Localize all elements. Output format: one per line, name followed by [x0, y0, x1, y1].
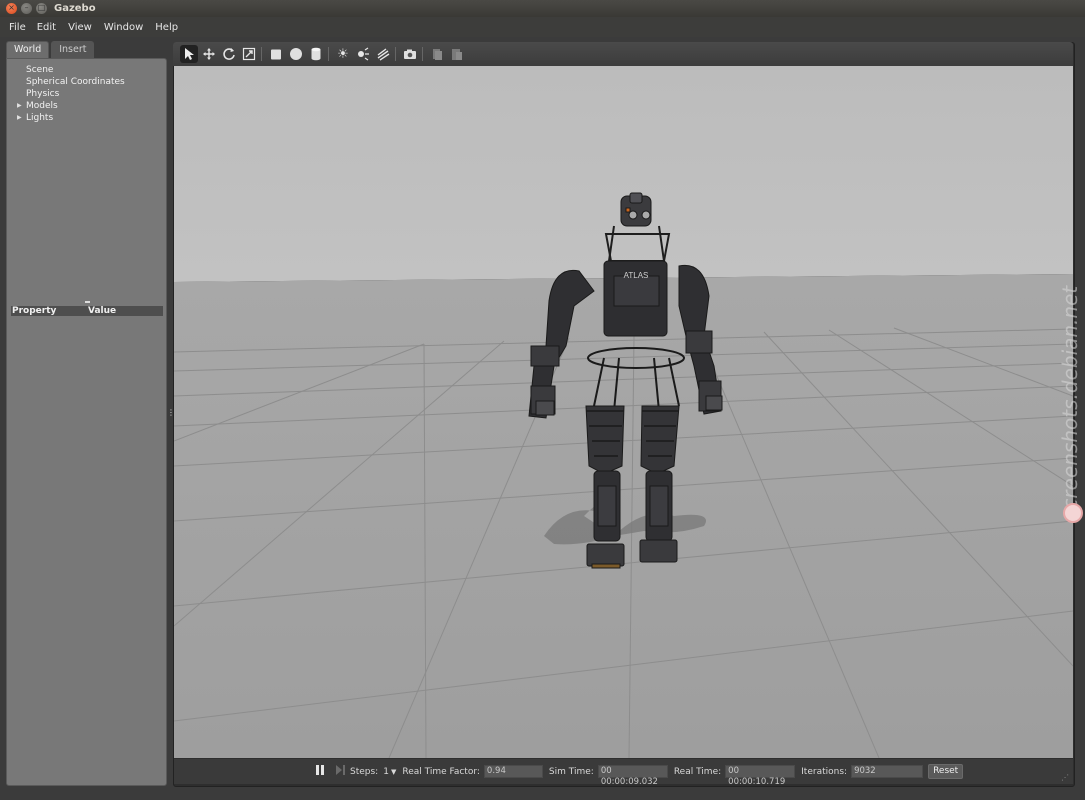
- watermark-text: screenshots.debian.net: [1058, 285, 1082, 520]
- chest-label: ATLAS: [624, 271, 649, 280]
- real-time-label: Real Time:: [673, 766, 722, 777]
- tree-item-spherical-coordinates[interactable]: Spherical Coordinates: [15, 76, 125, 88]
- left-panel: World Insert Scene Spherical Coordinates…: [6, 41, 167, 786]
- step-forward-icon[interactable]: [334, 764, 346, 779]
- property-table-header: Property Value: [11, 306, 163, 316]
- minimize-window-button[interactable]: –: [21, 3, 32, 14]
- menu-window[interactable]: Window: [104, 22, 143, 33]
- render-toolbar: ☀: [173, 42, 1073, 66]
- sim-time-label: Sim Time:: [548, 766, 594, 777]
- iterations-label: Iterations:: [801, 766, 848, 777]
- tree-item-label: Models: [26, 101, 58, 111]
- real-time-factor-label: Real Time Factor:: [402, 766, 480, 777]
- toolbar-separator: [328, 47, 329, 61]
- watermark-logo-icon: [1063, 503, 1083, 523]
- menu-bar: File Edit View Window Help: [0, 17, 1085, 37]
- menu-view[interactable]: View: [68, 22, 92, 33]
- box-icon[interactable]: [267, 45, 285, 63]
- tree-item-label: Scene: [26, 65, 54, 75]
- select-arrow-icon[interactable]: [180, 45, 198, 63]
- ground-plane: [174, 274, 1073, 758]
- title-bar: × – □ Gazebo: [0, 0, 1085, 17]
- steps-label: Steps:: [350, 766, 379, 777]
- maximize-window-button[interactable]: □: [36, 3, 47, 14]
- resize-grip-icon[interactable]: ⋰: [1061, 773, 1069, 782]
- tree-item-label: Lights: [26, 113, 54, 123]
- spot-light-icon[interactable]: [354, 45, 372, 63]
- close-window-button[interactable]: ×: [6, 3, 17, 14]
- sky-background: [174, 66, 1073, 282]
- iterations-field: 9032: [851, 765, 924, 778]
- scene-render: ATLAS: [174, 66, 1073, 758]
- menu-file[interactable]: File: [9, 22, 26, 33]
- vertical-splitter-handle[interactable]: ⋮: [167, 408, 175, 417]
- tab-insert[interactable]: Insert: [51, 41, 95, 58]
- rotate-icon[interactable]: [220, 45, 238, 63]
- tree-item-label: Physics: [26, 89, 60, 99]
- property-column-header[interactable]: Property: [11, 306, 88, 316]
- toolbar-separator: [422, 47, 423, 61]
- tree-item-physics[interactable]: Physics: [15, 88, 125, 100]
- real-time-factor-field: 0.94: [483, 765, 543, 778]
- paste-icon[interactable]: [448, 45, 466, 63]
- expand-arrow-icon[interactable]: ▶: [17, 100, 22, 112]
- chevron-down-icon[interactable]: ▼: [391, 768, 396, 776]
- pause-icon[interactable]: [314, 764, 326, 779]
- steps-value[interactable]: 1: [383, 767, 389, 777]
- value-column-header[interactable]: Value: [88, 306, 116, 316]
- translate-icon[interactable]: [200, 45, 218, 63]
- simulation-status-bar: Steps: 1 ▼ Real Time Factor: 0.94 Sim Ti…: [174, 759, 1073, 787]
- menu-help[interactable]: Help: [155, 22, 178, 33]
- tab-world[interactable]: World: [6, 41, 50, 58]
- toolbar-separator: [261, 47, 262, 61]
- real-time-field: 00 00:00:10.719: [725, 765, 796, 787]
- panel-splitter-handle[interactable]: [85, 301, 90, 303]
- sphere-icon[interactable]: [287, 45, 305, 63]
- sim-time-field: 00 00:00:09.032: [597, 765, 668, 787]
- expand-arrow-icon[interactable]: ▶: [17, 112, 22, 124]
- tree-item-label: Spherical Coordinates: [26, 77, 125, 87]
- world-tree: Scene Spherical Coordinates Physics ▶ Mod…: [15, 64, 125, 124]
- tree-item-models[interactable]: ▶ Models: [15, 100, 125, 112]
- point-light-icon[interactable]: ☀: [334, 45, 352, 63]
- cylinder-icon[interactable]: [307, 45, 325, 63]
- toolbar-separator: [395, 47, 396, 61]
- tree-item-scene[interactable]: Scene: [15, 64, 125, 76]
- scale-icon[interactable]: [240, 45, 258, 63]
- directional-light-icon[interactable]: [374, 45, 392, 63]
- panel-tabs: World Insert: [6, 41, 95, 59]
- scene-viewport[interactable]: ATLAS: [174, 66, 1073, 758]
- window-title: Gazebo: [54, 3, 96, 14]
- reset-button[interactable]: Reset: [928, 764, 964, 779]
- menu-edit[interactable]: Edit: [37, 22, 56, 33]
- world-panel: Scene Spherical Coordinates Physics ▶ Mod…: [6, 58, 167, 786]
- copy-icon[interactable]: [428, 45, 446, 63]
- tree-item-lights[interactable]: ▶ Lights: [15, 112, 125, 124]
- screenshot-icon[interactable]: [401, 45, 419, 63]
